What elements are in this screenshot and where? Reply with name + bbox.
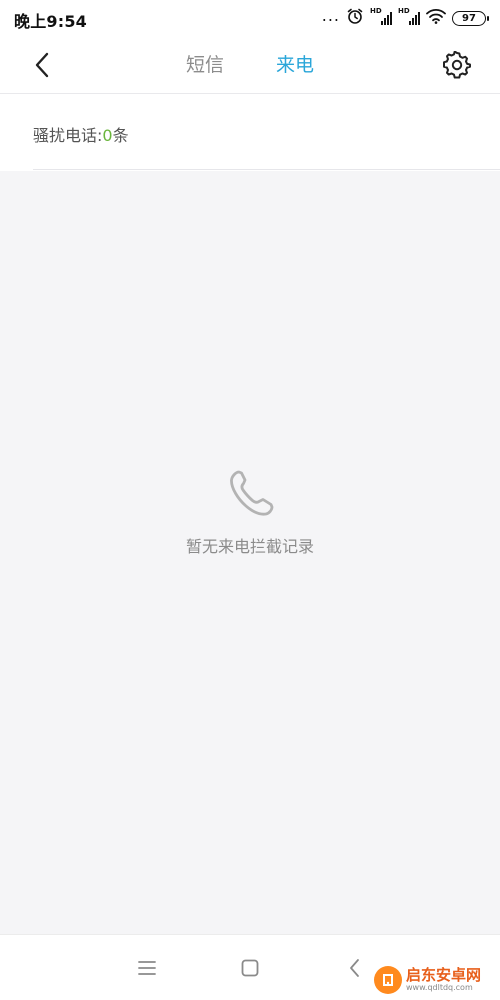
divider: [33, 169, 500, 170]
watermark-text: 启东安卓网 www.qdltdq.com: [406, 967, 481, 993]
battery-level: 97: [462, 12, 476, 24]
status-bar: 晚上9:54 ... HD HD 97: [0, 0, 500, 36]
watermark-title: 启东安卓网: [406, 966, 482, 984]
tab-calls[interactable]: 来电: [276, 52, 314, 78]
battery-icon: 97: [452, 10, 489, 26]
home-button[interactable]: [236, 954, 264, 982]
back-arrow-icon: [35, 52, 49, 78]
empty-message: 暂无来电拦截记录: [185, 537, 314, 556]
signal-icon: HD: [370, 7, 392, 27]
harassment-count: 0: [102, 126, 113, 145]
empty-state: 暂无来电拦截记录: [0, 467, 500, 557]
wifi-icon: [426, 8, 446, 28]
status-time: 晚上9:54: [14, 12, 87, 31]
watermark-url: www.qdltdq.com: [406, 983, 473, 992]
gear-icon: [443, 51, 471, 79]
more-dots: ...: [321, 6, 340, 25]
settings-button[interactable]: [442, 50, 472, 80]
harassment-label: 骚扰电话:: [33, 126, 103, 145]
system-back-button[interactable]: [341, 954, 369, 982]
tab-sms[interactable]: 短信: [186, 52, 224, 78]
watermark-logo-icon: [374, 966, 402, 994]
menu-icon: [138, 961, 156, 975]
menu-button[interactable]: [133, 954, 161, 982]
phone-icon: [230, 470, 274, 516]
signal-icon: HD: [398, 7, 420, 27]
status-icons: ... HD HD 97: [321, 6, 489, 29]
home-icon: [241, 959, 259, 977]
alarm-icon: [346, 7, 364, 29]
back-icon: [350, 959, 359, 977]
harassment-unit: 条: [112, 126, 129, 145]
harassment-count-line: 骚扰电话:0条: [33, 122, 129, 146]
harassment-summary: 骚扰电话:0条: [0, 95, 500, 170]
watermark: 启东安卓网 www.qdltdq.com: [374, 963, 494, 997]
back-button[interactable]: [26, 48, 60, 82]
signal-hd-label: HD: [370, 7, 382, 15]
header-bar: 短信 来电: [0, 36, 500, 94]
signal-hd-label: HD: [398, 7, 410, 15]
call-list-area: 暂无来电拦截记录: [0, 171, 500, 934]
